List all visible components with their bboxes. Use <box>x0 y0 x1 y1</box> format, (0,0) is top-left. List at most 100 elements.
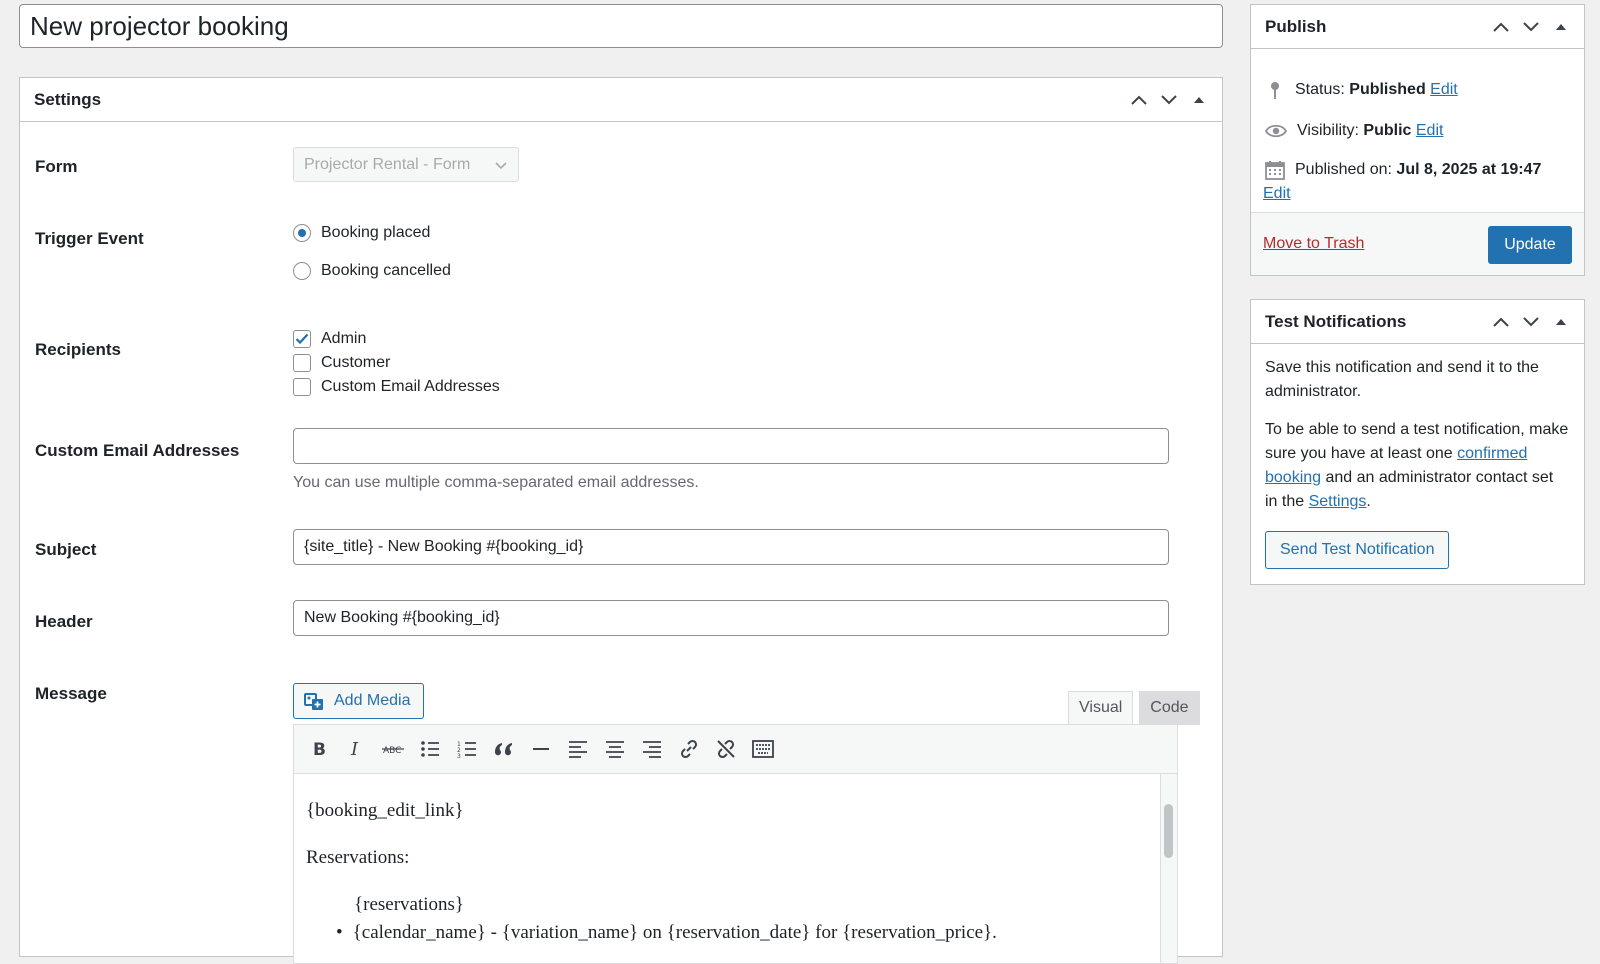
checkbox-custom-emails[interactable]: Custom Email Addresses <box>293 378 500 396</box>
move-up-icon[interactable] <box>1124 85 1154 115</box>
visibility-row: Visibility: Public Edit <box>1265 122 1443 140</box>
strikethrough-icon[interactable]: ABC <box>374 731 411 767</box>
editor-line: {reservations} <box>354 894 465 915</box>
radio-label: Booking cancelled <box>321 262 451 279</box>
scrollbar-thumb[interactable] <box>1164 804 1173 858</box>
radio-button[interactable] <box>293 262 311 280</box>
move-up-icon[interactable] <box>1486 12 1516 42</box>
radio-button-selected[interactable] <box>293 224 311 242</box>
collapse-toggle-icon[interactable] <box>1184 85 1214 115</box>
blockquote-icon[interactable] <box>485 731 522 767</box>
editor-toolbar: B I ABC 123 <box>293 724 1178 774</box>
add-media-label: Add Media <box>334 692 411 709</box>
align-right-icon[interactable] <box>633 731 670 767</box>
message-label: Message <box>35 684 107 703</box>
checkmark-icon <box>295 333 309 345</box>
subject-input[interactable]: {site_title} - New Booking #{booking_id} <box>293 529 1169 565</box>
svg-text:ABC: ABC <box>383 746 401 756</box>
svg-text:3: 3 <box>457 753 461 758</box>
custom-emails-label: Custom Email Addresses <box>35 441 240 460</box>
settings-link[interactable]: Settings <box>1309 493 1367 510</box>
editor-line: {calendar_name} - {variation_name} on {r… <box>352 922 997 943</box>
publish-handles <box>1486 5 1576 49</box>
numbered-list-icon[interactable]: 123 <box>448 731 485 767</box>
tab-visual[interactable]: Visual <box>1068 691 1134 725</box>
test-instructions-text: . <box>1366 493 1371 510</box>
bold-icon[interactable]: B <box>300 731 337 767</box>
align-center-icon[interactable] <box>596 731 633 767</box>
published-on-row: Published on: Jul 8, 2025 at 19:47 <box>1265 160 1541 180</box>
published-edit-link[interactable]: Edit <box>1263 185 1291 203</box>
settings-header: Settings <box>20 78 1222 122</box>
form-select[interactable]: Projector Rental - Form <box>293 147 519 182</box>
editor-tabs: Visual Code <box>1062 691 1200 725</box>
header-input[interactable]: New Booking #{booking_id} <box>293 600 1169 636</box>
publish-header: Publish <box>1251 5 1584 49</box>
add-media-icon <box>304 693 323 710</box>
settings-handles <box>1124 78 1214 122</box>
eye-icon <box>1265 124 1287 138</box>
settings-postbox: Settings Form Projector Rental - Form Tr… <box>19 77 1223 964</box>
published-value: Jul 8, 2025 at 19:47 <box>1396 161 1542 178</box>
update-button[interactable]: Update <box>1488 226 1572 264</box>
checkbox-customer[interactable]: Customer <box>293 354 390 372</box>
editor-line: {booking_edit_link} <box>306 800 464 821</box>
svg-text:I: I <box>350 740 359 758</box>
test-notifications-postbox: Test Notifications Save this notificatio… <box>1250 299 1585 585</box>
editor-scrollbar[interactable] <box>1160 774 1177 963</box>
radio-booking-cancelled[interactable]: Booking cancelled <box>293 262 451 280</box>
move-down-icon[interactable] <box>1516 12 1546 42</box>
send-test-notification-button[interactable]: Send Test Notification <box>1265 531 1450 569</box>
move-down-icon[interactable] <box>1516 307 1546 337</box>
insert-link-icon[interactable] <box>670 731 707 767</box>
checkbox-checked[interactable] <box>293 330 311 348</box>
collapse-toggle-icon[interactable] <box>1546 307 1576 337</box>
status-row: Status: Published Edit <box>1265 80 1458 100</box>
radio-booking-placed[interactable]: Booking placed <box>293 224 430 242</box>
custom-emails-input[interactable] <box>293 428 1169 464</box>
form-label: Form <box>35 157 78 176</box>
subject-label: Subject <box>35 540 97 559</box>
move-down-icon[interactable] <box>1154 85 1184 115</box>
remove-link-icon[interactable] <box>707 731 744 767</box>
checkbox[interactable] <box>293 378 311 396</box>
checkbox[interactable] <box>293 354 311 372</box>
status-value: Published <box>1349 81 1426 98</box>
tab-code[interactable]: Code <box>1139 691 1200 725</box>
custom-emails-description: You can use multiple comma-separated ema… <box>293 474 699 491</box>
add-media-button[interactable]: Add Media <box>293 683 424 719</box>
header-label: Header <box>35 612 93 631</box>
radio-label: Booking placed <box>321 224 431 241</box>
toolbar-toggle-icon[interactable] <box>744 731 781 767</box>
clipped-line <box>306 774 311 784</box>
bulleted-list-icon[interactable] <box>411 731 448 767</box>
publish-actions: Move to Trash Update <box>1251 212 1584 275</box>
publish-postbox: Publish Status: Published Edit Visibilit… <box>1250 4 1585 276</box>
visibility-edit-link[interactable]: Edit <box>1416 122 1444 140</box>
align-left-icon[interactable] <box>559 731 596 767</box>
status-edit-link[interactable]: Edit <box>1430 81 1458 99</box>
move-to-trash-link[interactable]: Move to Trash <box>1263 235 1364 253</box>
collapse-toggle-icon[interactable] <box>1546 12 1576 42</box>
checkbox-label: Custom Email Addresses <box>321 378 500 395</box>
pin-icon <box>1271 82 1279 99</box>
post-title-input[interactable]: New projector booking <box>19 4 1223 48</box>
test-instructions: To be able to send a test notification, … <box>1265 418 1570 514</box>
italic-icon[interactable]: I <box>337 731 374 767</box>
svg-text:B: B <box>313 740 326 758</box>
horizontal-line-icon[interactable] <box>522 731 559 767</box>
list-item: • {calendar_name} - {variation_name} on … <box>336 922 997 944</box>
settings-title: Settings <box>34 89 102 109</box>
test-handles <box>1486 300 1576 344</box>
test-notifications-title: Test Notifications <box>1265 311 1407 331</box>
editor-line: Reservations: <box>306 847 410 868</box>
move-up-icon[interactable] <box>1486 307 1516 337</box>
status-label: Status: <box>1295 81 1345 98</box>
form-select-value: Projector Rental - Form <box>304 155 471 173</box>
trigger-label: Trigger Event <box>35 229 144 248</box>
bullet-icon: • <box>336 922 343 943</box>
checkbox-admin[interactable]: Admin <box>293 330 366 348</box>
recipients-label: Recipients <box>35 340 121 359</box>
visibility-value: Public <box>1363 122 1412 139</box>
message-editor-content[interactable]: {booking_edit_link} Reservations: {reser… <box>293 774 1178 964</box>
